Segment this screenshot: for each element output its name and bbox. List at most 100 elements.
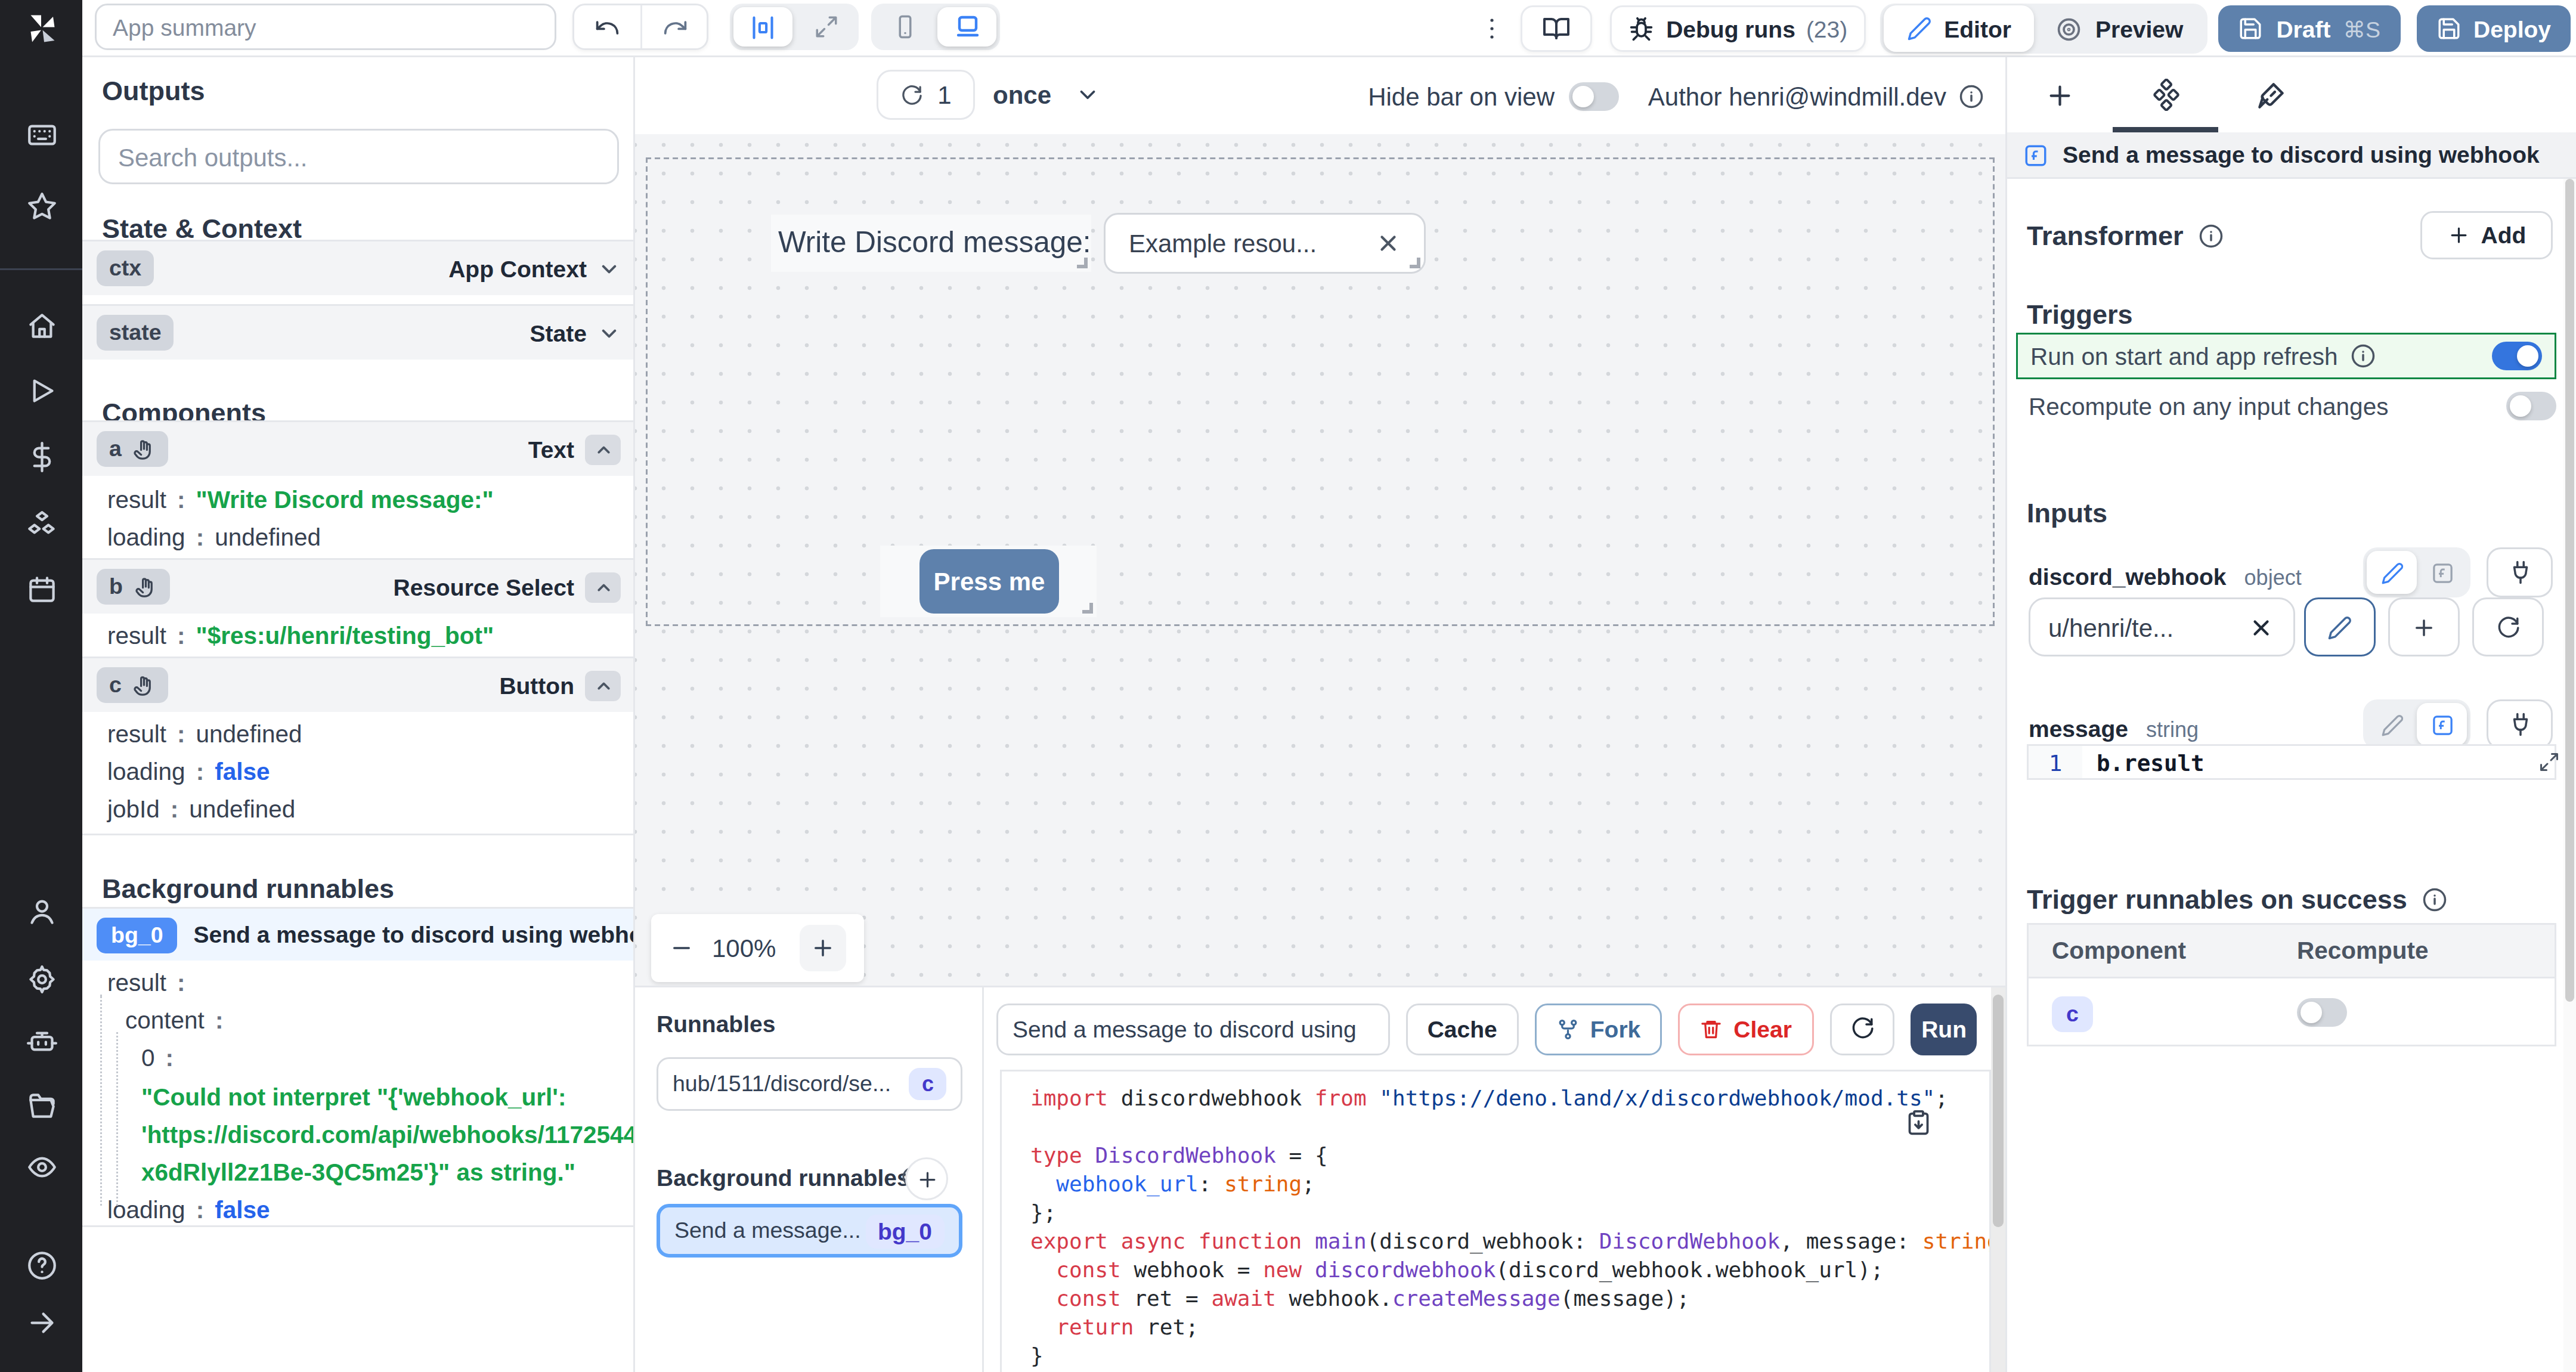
divider	[82, 834, 635, 835]
hide-bar-toggle[interactable]	[1569, 82, 1619, 110]
comp-b-outputs: result:"$res:u/henri/testing_bot"	[107, 617, 494, 655]
resource-select-component[interactable]: Example resou...	[1104, 213, 1426, 274]
app-icon[interactable]	[27, 120, 57, 150]
component-a-row[interactable]: a Text	[82, 420, 635, 476]
tab-settings[interactable]	[2113, 57, 2218, 132]
text-component[interactable]: Write Discord message:	[771, 215, 1091, 272]
redo-button[interactable]	[640, 5, 707, 48]
fn-mode-button[interactable]	[2417, 551, 2467, 594]
tab-styling[interactable]	[2218, 57, 2324, 132]
desktop-button[interactable]	[937, 7, 996, 47]
dw-mode-controls	[2363, 547, 2553, 597]
code-editor[interactable]: import discordwebhook from "https://deno…	[1000, 1070, 1991, 1372]
fork-button[interactable]: Fork	[1535, 1003, 1662, 1055]
fullscreen-button[interactable]	[796, 7, 855, 47]
mobile-button[interactable]	[875, 7, 934, 47]
refresh-count-box[interactable]: 1	[877, 70, 975, 120]
runnables-panel: Runnables hub/1511/discord/se... c Backg…	[635, 987, 984, 1372]
clear-button[interactable]: Clear	[1678, 1003, 1813, 1055]
copy-icon[interactable]	[1905, 1109, 1932, 1136]
background-runnables-title: Background runnables	[657, 1165, 910, 1191]
collapse-icon[interactable]	[27, 1308, 57, 1338]
zoom-out-icon[interactable]	[669, 936, 694, 961]
connect-button[interactable]	[2487, 547, 2553, 597]
top-header: Debug runs(23) Editor Preview Draft⌘S De…	[82, 0, 2576, 57]
app-canvas[interactable]: Write Discord message: Example resou... …	[635, 134, 2005, 986]
resize-handle[interactable]	[1410, 258, 1420, 268]
eye-icon[interactable]	[27, 1152, 57, 1182]
pointer-icon	[132, 674, 156, 697]
resources-icon[interactable]	[27, 510, 57, 540]
resize-handle[interactable]	[1077, 258, 1088, 268]
runnable-name-input[interactable]	[996, 1003, 1390, 1055]
folder-icon[interactable]	[27, 1091, 57, 1122]
refresh-resource-button[interactable]	[2472, 597, 2544, 656]
app-summary-input[interactable]	[95, 4, 556, 50]
preview-tab[interactable]: Preview	[2035, 16, 2205, 42]
add-transformer-button[interactable]: Add	[2420, 211, 2553, 259]
code-line: };	[1030, 1198, 1991, 1227]
mode-select[interactable]: once	[993, 70, 1100, 120]
search-outputs-input[interactable]	[98, 129, 619, 184]
refresh-button[interactable]	[1829, 1003, 1895, 1055]
bg0-row[interactable]: bg_0 Send a message to discord using web…	[82, 907, 635, 961]
editor-tab[interactable]: Editor	[1883, 5, 2035, 52]
state-context-title: State & Context	[102, 213, 302, 243]
collapse-c-button[interactable]	[585, 670, 621, 701]
code-scrollbar[interactable]	[1991, 987, 2005, 1372]
connect-button[interactable]	[2487, 699, 2553, 750]
runs-icon[interactable]	[27, 376, 57, 406]
panel-scrollbar[interactable]	[2563, 179, 2576, 1372]
resource-picker[interactable]: u/henri/te...	[2029, 597, 2295, 656]
tab-insert[interactable]	[2007, 57, 2113, 132]
help-icon[interactable]	[27, 1250, 57, 1281]
collapse-a-button[interactable]	[585, 434, 621, 464]
recompute-c-toggle[interactable]	[2297, 998, 2347, 1026]
editor-preview-toggle: Editor Preview	[1880, 4, 2208, 54]
button-component[interactable]: Press me	[880, 546, 1097, 617]
workers-icon[interactable]	[27, 1027, 57, 1057]
schedules-icon[interactable]	[27, 574, 57, 605]
runnable-header: Send a message to discord using webhook	[2007, 132, 2576, 179]
bg0-runnable-item[interactable]: Send a message... bg_0	[657, 1204, 962, 1258]
hub-runnable-item[interactable]: hub/1511/discord/se... c	[657, 1057, 962, 1111]
settings-icon[interactable]	[27, 964, 57, 995]
windmill-logo-icon[interactable]	[23, 11, 59, 47]
undo-redo-group	[572, 4, 708, 50]
variables-icon[interactable]	[27, 442, 57, 472]
deploy-button[interactable]: Deploy	[2416, 5, 2571, 52]
component-c-row[interactable]: c Button	[82, 656, 635, 712]
fn-mode-button[interactable]	[2417, 703, 2467, 746]
star-icon[interactable]	[27, 191, 57, 222]
state-row[interactable]: state State	[82, 304, 635, 360]
discord-webhook-label: discord_webhookobject	[2029, 563, 2302, 590]
recompute-toggle[interactable]	[2506, 392, 2556, 420]
recompute-row: Recompute on any input changes	[2029, 386, 2556, 426]
undo-button[interactable]	[574, 5, 640, 48]
zoom-control: 100%	[651, 914, 864, 982]
static-mode-button[interactable]	[2367, 551, 2417, 594]
message-expression-editor[interactable]: 1 b.result	[2027, 744, 2556, 780]
user-icon[interactable]	[27, 896, 57, 927]
more-menu-icon[interactable]	[1478, 14, 1507, 43]
cache-button[interactable]: Cache	[1406, 1003, 1519, 1055]
zoom-in-button[interactable]	[800, 925, 846, 971]
canvas-topbar: 1 once Hide bar on view Author henri@win…	[635, 57, 2005, 134]
run-on-start-toggle[interactable]	[2492, 342, 2542, 370]
run-button[interactable]: Run	[1911, 1003, 1977, 1055]
draft-button[interactable]: Draft⌘S	[2219, 5, 2400, 52]
edit-resource-button[interactable]	[2304, 597, 2376, 656]
ctx-row[interactable]: ctx App Context	[82, 240, 635, 295]
docs-button[interactable]	[1521, 5, 1593, 52]
align-button[interactable]	[733, 7, 792, 47]
debug-runs-button[interactable]: Debug runs(23)	[1611, 5, 1865, 52]
expand-icon[interactable]	[2538, 751, 2560, 773]
press-me-button[interactable]: Press me	[919, 549, 1059, 614]
resize-handle[interactable]	[1082, 603, 1093, 614]
add-resource-button[interactable]	[2388, 597, 2460, 656]
add-background-runnable-button[interactable]	[905, 1157, 948, 1200]
collapse-b-button[interactable]	[585, 572, 621, 602]
static-mode-button[interactable]	[2367, 703, 2417, 746]
home-icon[interactable]	[27, 311, 57, 342]
component-b-row[interactable]: b Resource Select	[82, 558, 635, 614]
